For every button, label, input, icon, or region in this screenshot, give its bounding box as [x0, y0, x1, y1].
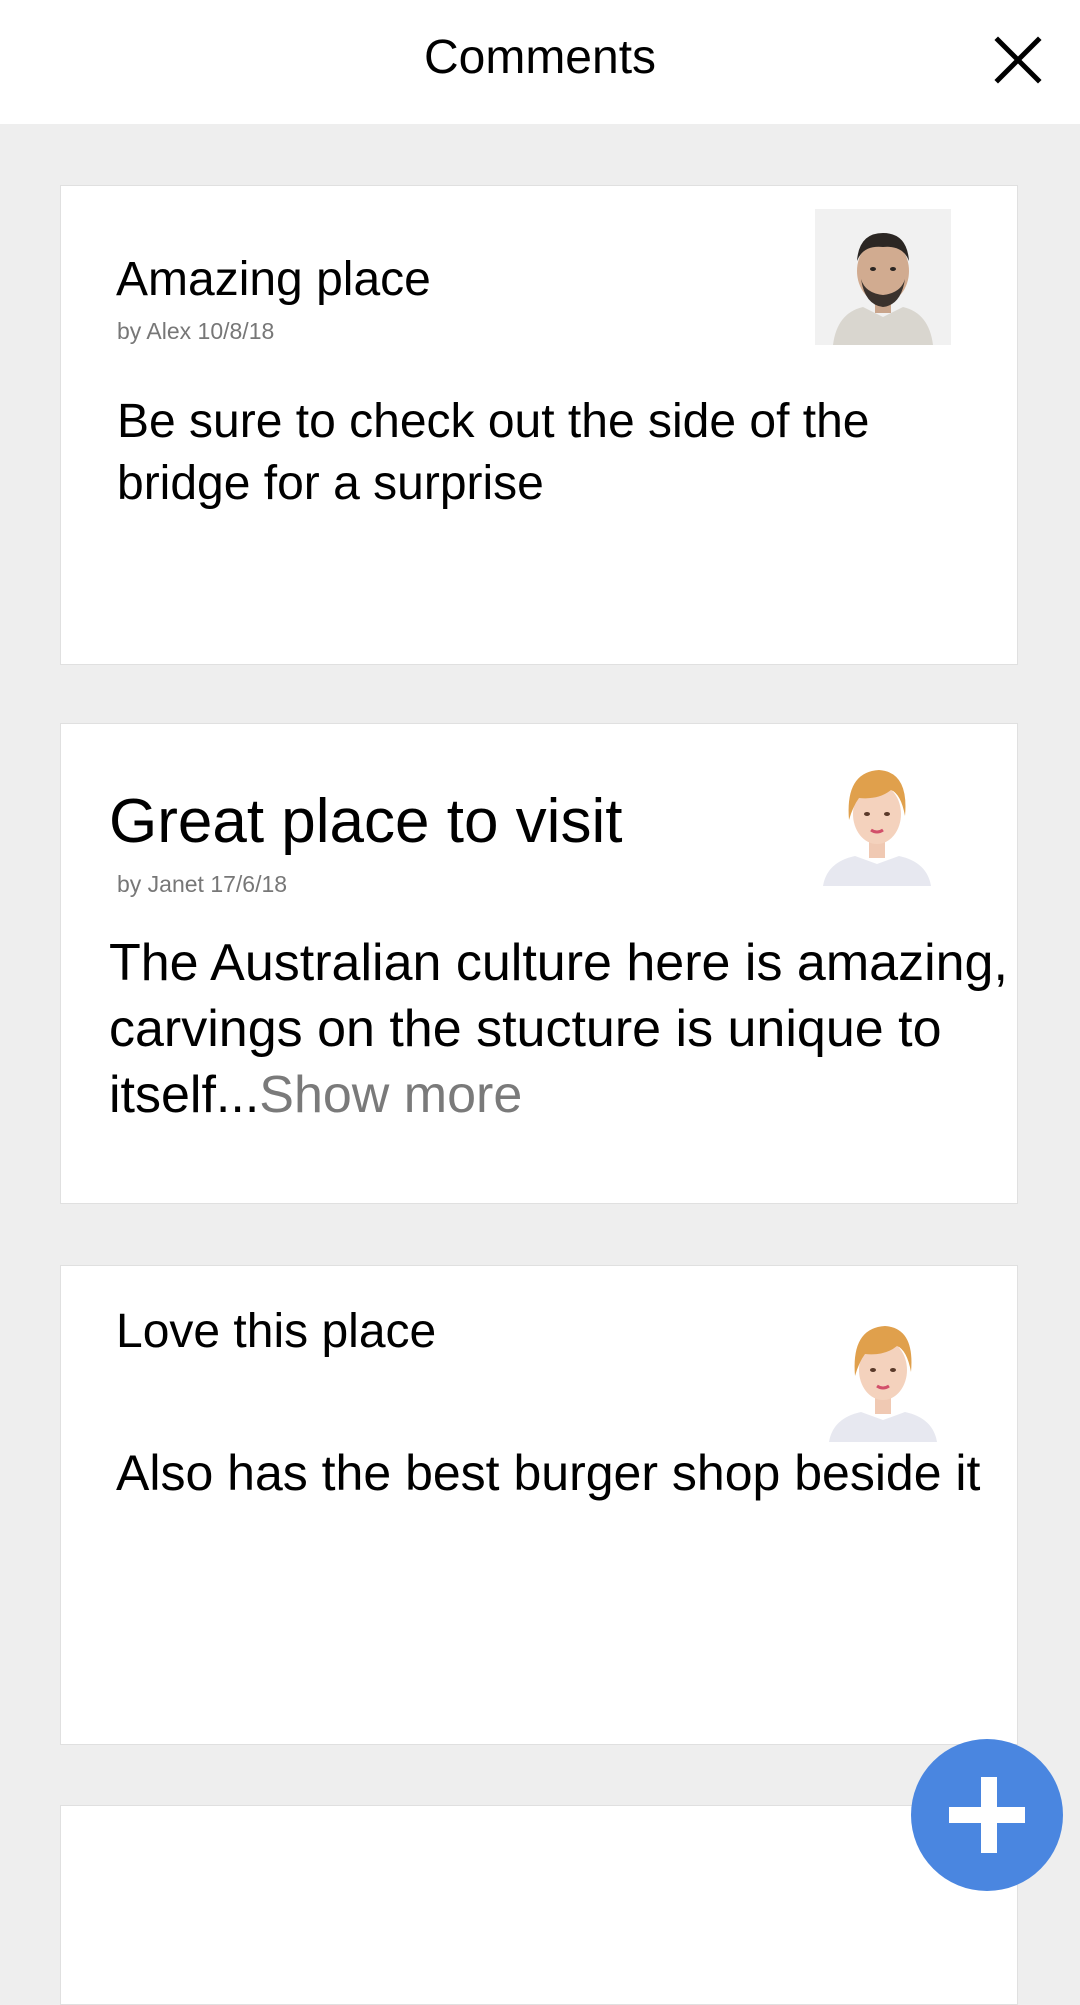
comment-body: Be sure to check out the side of the bri…: [117, 395, 870, 510]
header-bar: Comments: [0, 0, 1080, 124]
show-more-link[interactable]: Show more: [259, 1066, 522, 1124]
page-title: Comments: [423, 31, 657, 84]
add-comment-button[interactable]: [911, 1739, 1063, 1891]
close-button[interactable]: [990, 32, 1046, 88]
comment-body-text: The Australian culture here is amazing, …: [109, 934, 1008, 1124]
avatar: [815, 209, 951, 345]
comment-card[interactable]: Amazing place by Alex 10/8/18 Be sure to…: [60, 185, 1018, 665]
comment-body: The Australian culture here is amazing, …: [109, 930, 1009, 1128]
comment-title: Great place to visit: [109, 787, 623, 856]
plus-icon: [949, 1777, 1025, 1853]
avatar-alex-image: [815, 209, 951, 345]
comment-card[interactable]: Love this place Also has the best burger…: [60, 1265, 1018, 1745]
comment-meta: by Janet 17/6/18: [117, 871, 288, 897]
comment-title: Amazing place: [116, 253, 431, 306]
comment-card[interactable]: [60, 1805, 1018, 2005]
comment-card[interactable]: Great place to visit by Janet 17/6/18 Th…: [60, 723, 1018, 1204]
comment-meta: by Alex 10/8/18: [117, 318, 275, 344]
close-icon: [994, 36, 1042, 84]
avatar: [809, 750, 945, 886]
avatar-janet-image: [815, 1306, 951, 1442]
comment-title: Love this place: [116, 1305, 437, 1358]
avatar-janet-image: [809, 750, 945, 886]
comment-body: Also has the best burger shop beside it: [116, 1445, 981, 1501]
avatar: [815, 1306, 951, 1442]
